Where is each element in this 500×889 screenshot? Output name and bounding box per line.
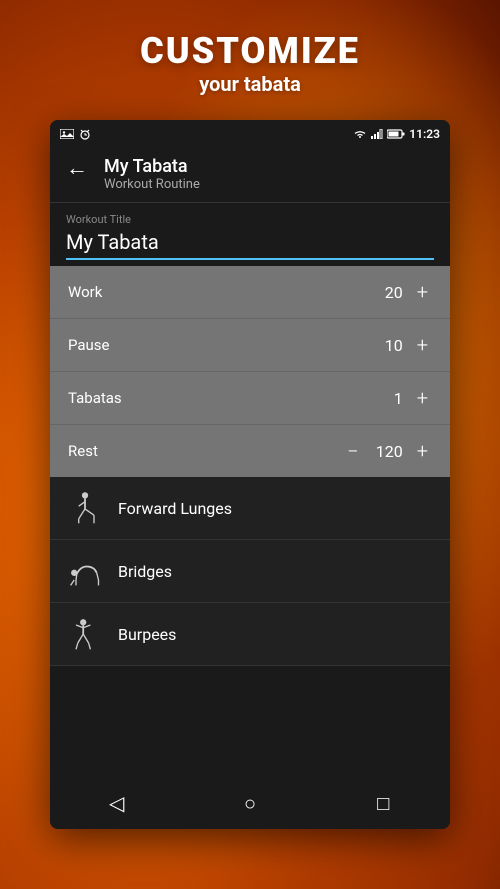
- rest-plus-button[interactable]: +: [413, 441, 432, 461]
- app-bar-titles: My Tabata Workout Routine: [104, 156, 434, 192]
- status-bar-right-icons: 11:23: [353, 127, 440, 141]
- tabatas-plus-button[interactable]: +: [413, 388, 432, 408]
- setting-value-tabatas: 1: [373, 389, 403, 408]
- nav-home-button[interactable]: ○: [225, 783, 275, 823]
- time-display: 11:23: [409, 127, 440, 141]
- setting-label-tabatas: Tabatas: [68, 389, 122, 407]
- setting-value-pause: 10: [373, 336, 403, 355]
- nav-bar: ◁ ○ □: [50, 777, 450, 829]
- setting-control-work: 20 +: [373, 282, 432, 302]
- app-bar-title: My Tabata: [104, 156, 434, 177]
- status-bar: 11:23: [50, 120, 450, 148]
- setting-control-pause: 10 +: [373, 335, 432, 355]
- setting-value-work: 20: [373, 283, 403, 302]
- pause-plus-button[interactable]: +: [413, 335, 432, 355]
- setting-row-rest: Rest − 120 +: [50, 425, 450, 477]
- exercise-name-bridges: Bridges: [118, 562, 172, 581]
- setting-label-work: Work: [68, 283, 102, 301]
- subtitle-heading: your tabata: [0, 72, 500, 96]
- workout-title-input[interactable]: My Tabata: [66, 230, 434, 260]
- setting-row-tabatas: Tabatas 1 +: [50, 372, 450, 425]
- workout-title-section: Workout Title My Tabata: [50, 203, 450, 266]
- exercise-name-burpees: Burpees: [118, 625, 176, 644]
- status-bar-left-icons: [60, 128, 91, 140]
- burpees-icon: [66, 615, 104, 653]
- setting-value-rest: 120: [373, 442, 403, 461]
- bridges-icon: [66, 552, 104, 590]
- wifi-icon: [353, 129, 367, 139]
- work-plus-button[interactable]: +: [413, 282, 432, 302]
- customize-heading: CUSTOMIZE: [0, 30, 500, 72]
- signal-icon: [371, 129, 383, 139]
- back-button[interactable]: ←: [66, 156, 88, 180]
- setting-control-tabatas: 1 +: [373, 388, 432, 408]
- nav-back-button[interactable]: ◁: [92, 783, 142, 823]
- exercise-row-burpees[interactable]: Burpees: [50, 603, 450, 666]
- exercise-row-forward-lunges[interactable]: Forward Lunges: [50, 477, 450, 540]
- setting-label-rest: Rest: [68, 442, 98, 460]
- app-bar: ← My Tabata Workout Routine: [50, 148, 450, 203]
- alarm-icon: [79, 128, 91, 140]
- field-label: Workout Title: [66, 213, 434, 226]
- app-bar-subtitle: Workout Routine: [104, 177, 434, 192]
- setting-row-pause: Pause 10 +: [50, 319, 450, 372]
- settings-section: Work 20 + Pause 10 + Tabatas 1 + Rest: [50, 266, 450, 477]
- setting-row-work: Work 20 +: [50, 266, 450, 319]
- phone-frame: 11:23 ← My Tabata Workout Routine Workou…: [50, 120, 450, 829]
- battery-icon: [387, 129, 405, 139]
- setting-label-pause: Pause: [68, 336, 110, 354]
- header-section: CUSTOMIZE your tabata: [0, 30, 500, 96]
- exercise-section: Forward Lunges Bridges: [50, 477, 450, 666]
- rest-minus-button[interactable]: −: [343, 441, 362, 461]
- exercise-name-forward-lunges: Forward Lunges: [118, 499, 232, 518]
- forward-lunges-icon: [66, 489, 104, 527]
- setting-control-rest: − 120 +: [343, 441, 432, 461]
- exercise-row-bridges[interactable]: Bridges: [50, 540, 450, 603]
- photo-icon: [60, 129, 74, 139]
- nav-recent-button[interactable]: □: [358, 783, 408, 823]
